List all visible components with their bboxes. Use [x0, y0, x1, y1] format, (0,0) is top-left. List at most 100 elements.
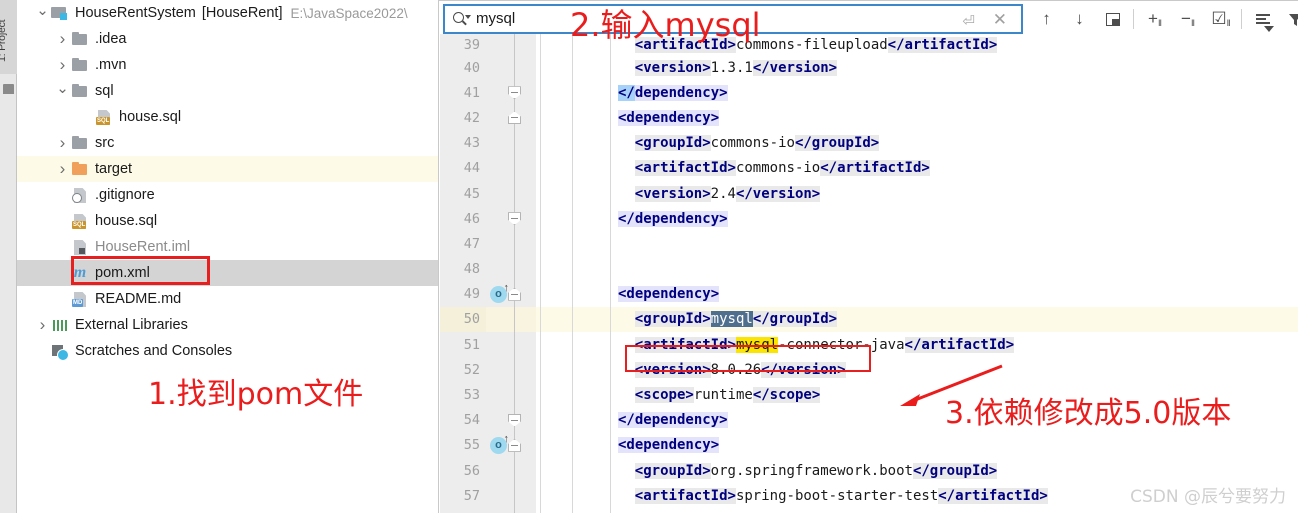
fold-guide-line — [514, 34, 515, 55]
code-line[interactable]: 55o <dependency> — [440, 432, 1298, 458]
chevron-right-icon[interactable] — [55, 133, 70, 153]
collapse-all-button[interactable]: − II — [1171, 6, 1204, 32]
code-token: <version> — [634, 185, 711, 202]
fold-toggle-icon[interactable] — [508, 287, 521, 301]
enter-return-icon[interactable]: ⏎ — [962, 12, 975, 30]
indent-guide — [540, 80, 541, 106]
filter-button[interactable] — [1279, 6, 1298, 32]
sort-button[interactable] — [1246, 6, 1279, 32]
expand-all-button[interactable]: + II — [1138, 6, 1171, 32]
chevron-right-icon[interactable] — [35, 315, 50, 335]
fold-toggle-icon[interactable] — [508, 111, 521, 125]
fold-guide-line — [514, 357, 515, 383]
indent-guide — [540, 155, 541, 181]
previous-occurrence-button[interactable]: ↑ — [1030, 6, 1063, 32]
code-line[interactable]: 51 <artifactId>mysql-connector-java</arti… — [440, 332, 1298, 358]
chevron-right-icon[interactable] — [55, 29, 70, 49]
tree-item-src[interactable]: src — [17, 130, 438, 156]
fold-toggle-icon[interactable] — [508, 212, 521, 226]
tree-item-house-sql[interactable]: SQL house.sql — [17, 208, 438, 234]
code-line[interactable]: 47 — [440, 231, 1298, 257]
indent-guide — [610, 231, 611, 257]
code-token: <artifactId> — [634, 487, 736, 504]
gutter-icons[interactable] — [486, 458, 536, 484]
tool-tab-project[interactable]: 1: Project — [0, 0, 17, 74]
code-token: 8.0.26 — [710, 361, 762, 378]
gutter-icons[interactable] — [486, 407, 536, 433]
chevron-down-icon[interactable] — [35, 4, 50, 22]
code-line[interactable]: 46 </dependency> — [440, 206, 1298, 232]
tree-item-house-sql[interactable]: SQL house.sql — [17, 104, 438, 130]
code-line[interactable]: 44 <artifactId>commons-io</artifactId> — [440, 155, 1298, 181]
gutter-icons[interactable] — [486, 34, 536, 55]
gutter-icons[interactable] — [486, 231, 536, 257]
tree-item-houserent-iml[interactable]: HouseRent.iml — [17, 234, 438, 260]
maven-dependency-marker-icon[interactable]: o — [490, 282, 509, 303]
tree-item-pom-xml[interactable]: m pom.xml — [17, 260, 438, 286]
tree-item-sql[interactable]: sql — [17, 78, 438, 104]
code-line[interactable]: 45 <version>2.4</version> — [440, 180, 1298, 207]
code-line[interactable]: 52 <version>8.0.26</version> — [440, 357, 1298, 383]
code-line[interactable]: 48 — [440, 256, 1298, 282]
line-number: 55 — [440, 432, 486, 458]
gutter-icons[interactable] — [486, 180, 536, 207]
tree-item-label: .idea — [95, 31, 127, 47]
gutter-icons[interactable] — [486, 206, 536, 232]
tree-item-label: HouseRentSystem — [75, 5, 196, 21]
close-icon[interactable]: ✕ — [993, 10, 1007, 30]
gutter-icons[interactable] — [486, 357, 536, 383]
gutter-icons[interactable] — [486, 130, 536, 156]
folder-icon — [70, 30, 90, 48]
tree-item-label: sql — [95, 83, 114, 99]
chevron-down-icon[interactable] — [1264, 26, 1274, 32]
tree-item--idea[interactable]: .idea — [17, 26, 438, 52]
code-line[interactable]: 42 <dependency> — [440, 105, 1298, 131]
gutter-icons[interactable] — [486, 105, 536, 131]
tree-item--gitignore[interactable]: .gitignore — [17, 182, 438, 208]
gutter-icons[interactable] — [486, 155, 536, 181]
code-line[interactable]: 41 </dependency> — [440, 80, 1298, 106]
code-line[interactable]: 49o <dependency> — [440, 281, 1298, 307]
chevron-right-icon[interactable] — [55, 55, 70, 75]
gutter-icons[interactable] — [486, 332, 536, 358]
code-token: dependency> — [634, 84, 728, 101]
gutter-icons[interactable] — [486, 483, 536, 509]
gutter-icons[interactable] — [486, 306, 536, 333]
code-line[interactable]: 43 <groupId>commons-io</groupId> — [440, 130, 1298, 156]
maven-dependency-marker-icon[interactable]: o — [490, 433, 509, 454]
code-line[interactable]: 50 <groupId>mysql</groupId> — [440, 306, 1298, 333]
code-line[interactable]: 39 <artifactId>commons-fileupload</artifa… — [440, 34, 1298, 55]
code-line[interactable]: 56 <groupId>org.springframework.boot</gro… — [440, 458, 1298, 484]
next-occurrence-button[interactable]: ↓ — [1063, 6, 1096, 32]
tree-item-target[interactable]: target — [17, 156, 438, 182]
code-text: </dependency> — [536, 80, 1298, 106]
tree-item-external-libraries[interactable]: External Libraries — [17, 312, 438, 338]
code-token: </groupId> — [794, 135, 880, 152]
gutter-icons[interactable] — [486, 256, 536, 282]
chevron-right-icon[interactable] — [55, 159, 70, 179]
fold-toggle-icon[interactable] — [508, 413, 521, 427]
fold-toggle-icon[interactable] — [508, 438, 521, 452]
select-all-button[interactable]: ☑ II — [1204, 6, 1237, 32]
gutter-icons[interactable] — [486, 382, 536, 408]
project-tree-panel[interactable]: HouseRentSystem [HouseRent] E:\JavaSpace20… — [17, 0, 439, 513]
find-toolbar[interactable]: ↑ ↓ + II − II ☑ II — [1030, 6, 1298, 32]
code-editor[interactable]: 39 <artifactId>commons-fileupload</artifa… — [440, 34, 1298, 513]
code-line[interactable]: 58 <scope>test</scope> — [440, 508, 1298, 513]
structure-icon[interactable] — [3, 84, 14, 94]
code-token: runtime — [693, 387, 753, 404]
tree-item--mvn[interactable]: .mvn — [17, 52, 438, 78]
tree-item-readme-md[interactable]: MD README.md — [17, 286, 438, 312]
gutter-icons[interactable]: o — [486, 432, 536, 458]
code-line[interactable]: 40 <version>1.3.1</version> — [440, 55, 1298, 81]
gutter-icons[interactable] — [486, 55, 536, 81]
tree-item-houserentsystem[interactable]: HouseRentSystem [HouseRent] E:\JavaSpace20… — [17, 0, 438, 26]
tree-item-scratches-and-consoles[interactable]: Scratches and Consoles — [17, 338, 438, 364]
fold-guide-line — [514, 458, 515, 484]
fold-toggle-icon[interactable] — [508, 86, 521, 100]
gutter-icons[interactable] — [486, 508, 536, 513]
gutter-icons[interactable] — [486, 80, 536, 106]
show-preview-button[interactable] — [1096, 6, 1129, 32]
chevron-down-icon[interactable] — [55, 82, 70, 100]
gutter-icons[interactable]: o — [486, 281, 536, 307]
